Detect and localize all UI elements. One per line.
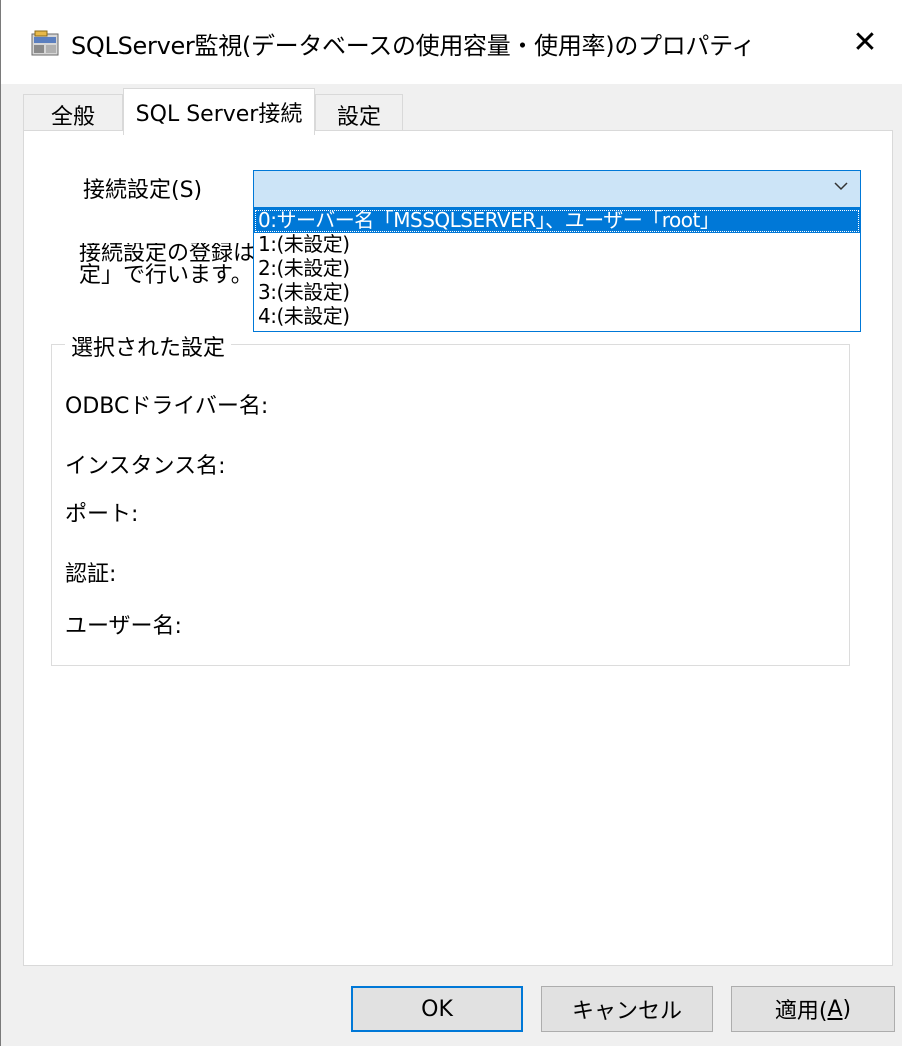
- instance-name-label: インスタンス名:: [65, 454, 226, 479]
- chevron-down-icon: [834, 182, 848, 191]
- apply-button[interactable]: 適用(A): [731, 986, 895, 1032]
- info-line: 接続設定の登録は: [79, 243, 255, 266]
- properties-dialog: SQLServer監視(データベースの使用容量・使用率)のプロパティ ✕ 全般 …: [0, 0, 902, 1046]
- connection-info-text: 接続設定の登録は 定」で行います。: [79, 243, 255, 287]
- user-name-label: ユーザー名:: [65, 614, 182, 639]
- dropdown-option[interactable]: 0:サーバー名「MSSQLSERVER」、ユーザー「root」: [254, 209, 860, 233]
- tab-sql-server-connection[interactable]: SQL Server接続: [123, 88, 315, 135]
- tab-general[interactable]: 全般: [23, 94, 123, 134]
- tab-settings[interactable]: 設定: [315, 94, 403, 134]
- authentication-label: 認証:: [65, 562, 117, 587]
- connection-setting-select[interactable]: [253, 170, 861, 208]
- tab-strip: 全般 SQL Server接続 設定: [23, 88, 893, 135]
- selected-settings-legend: 選択された設定: [65, 330, 232, 362]
- close-button[interactable]: ✕: [827, 0, 902, 84]
- window-title: SQLServer監視(データベースの使用容量・使用率)のプロパティ: [71, 32, 756, 60]
- connection-setting-label: 接続設定(S): [83, 178, 203, 203]
- apply-accelerator-key: A: [827, 996, 843, 1022]
- dropdown-option[interactable]: 4:(未設定): [254, 305, 860, 329]
- info-line: 定」で行います。: [79, 263, 253, 287]
- apply-label-suffix: ): [842, 996, 852, 1022]
- dropdown-option[interactable]: 3:(未設定): [254, 281, 860, 305]
- ok-button[interactable]: OK: [351, 986, 523, 1032]
- title-bar: SQLServer監視(データベースの使用容量・使用率)のプロパティ ✕: [1, 0, 902, 84]
- apply-label-prefix: 適用(: [774, 999, 828, 1024]
- dropdown-option[interactable]: 2:(未設定): [254, 257, 860, 281]
- cancel-button[interactable]: キャンセル: [541, 986, 713, 1032]
- odbc-driver-name-label: ODBCドライバー名:: [65, 394, 269, 419]
- connection-dropdown-list: 0:サーバー名「MSSQLSERVER」、ユーザー「root」 1:(未設定) …: [253, 208, 861, 332]
- app-icon: [31, 30, 59, 56]
- port-label: ポート:: [65, 502, 139, 527]
- dropdown-option[interactable]: 1:(未設定): [254, 233, 860, 257]
- close-icon: ✕: [852, 24, 878, 60]
